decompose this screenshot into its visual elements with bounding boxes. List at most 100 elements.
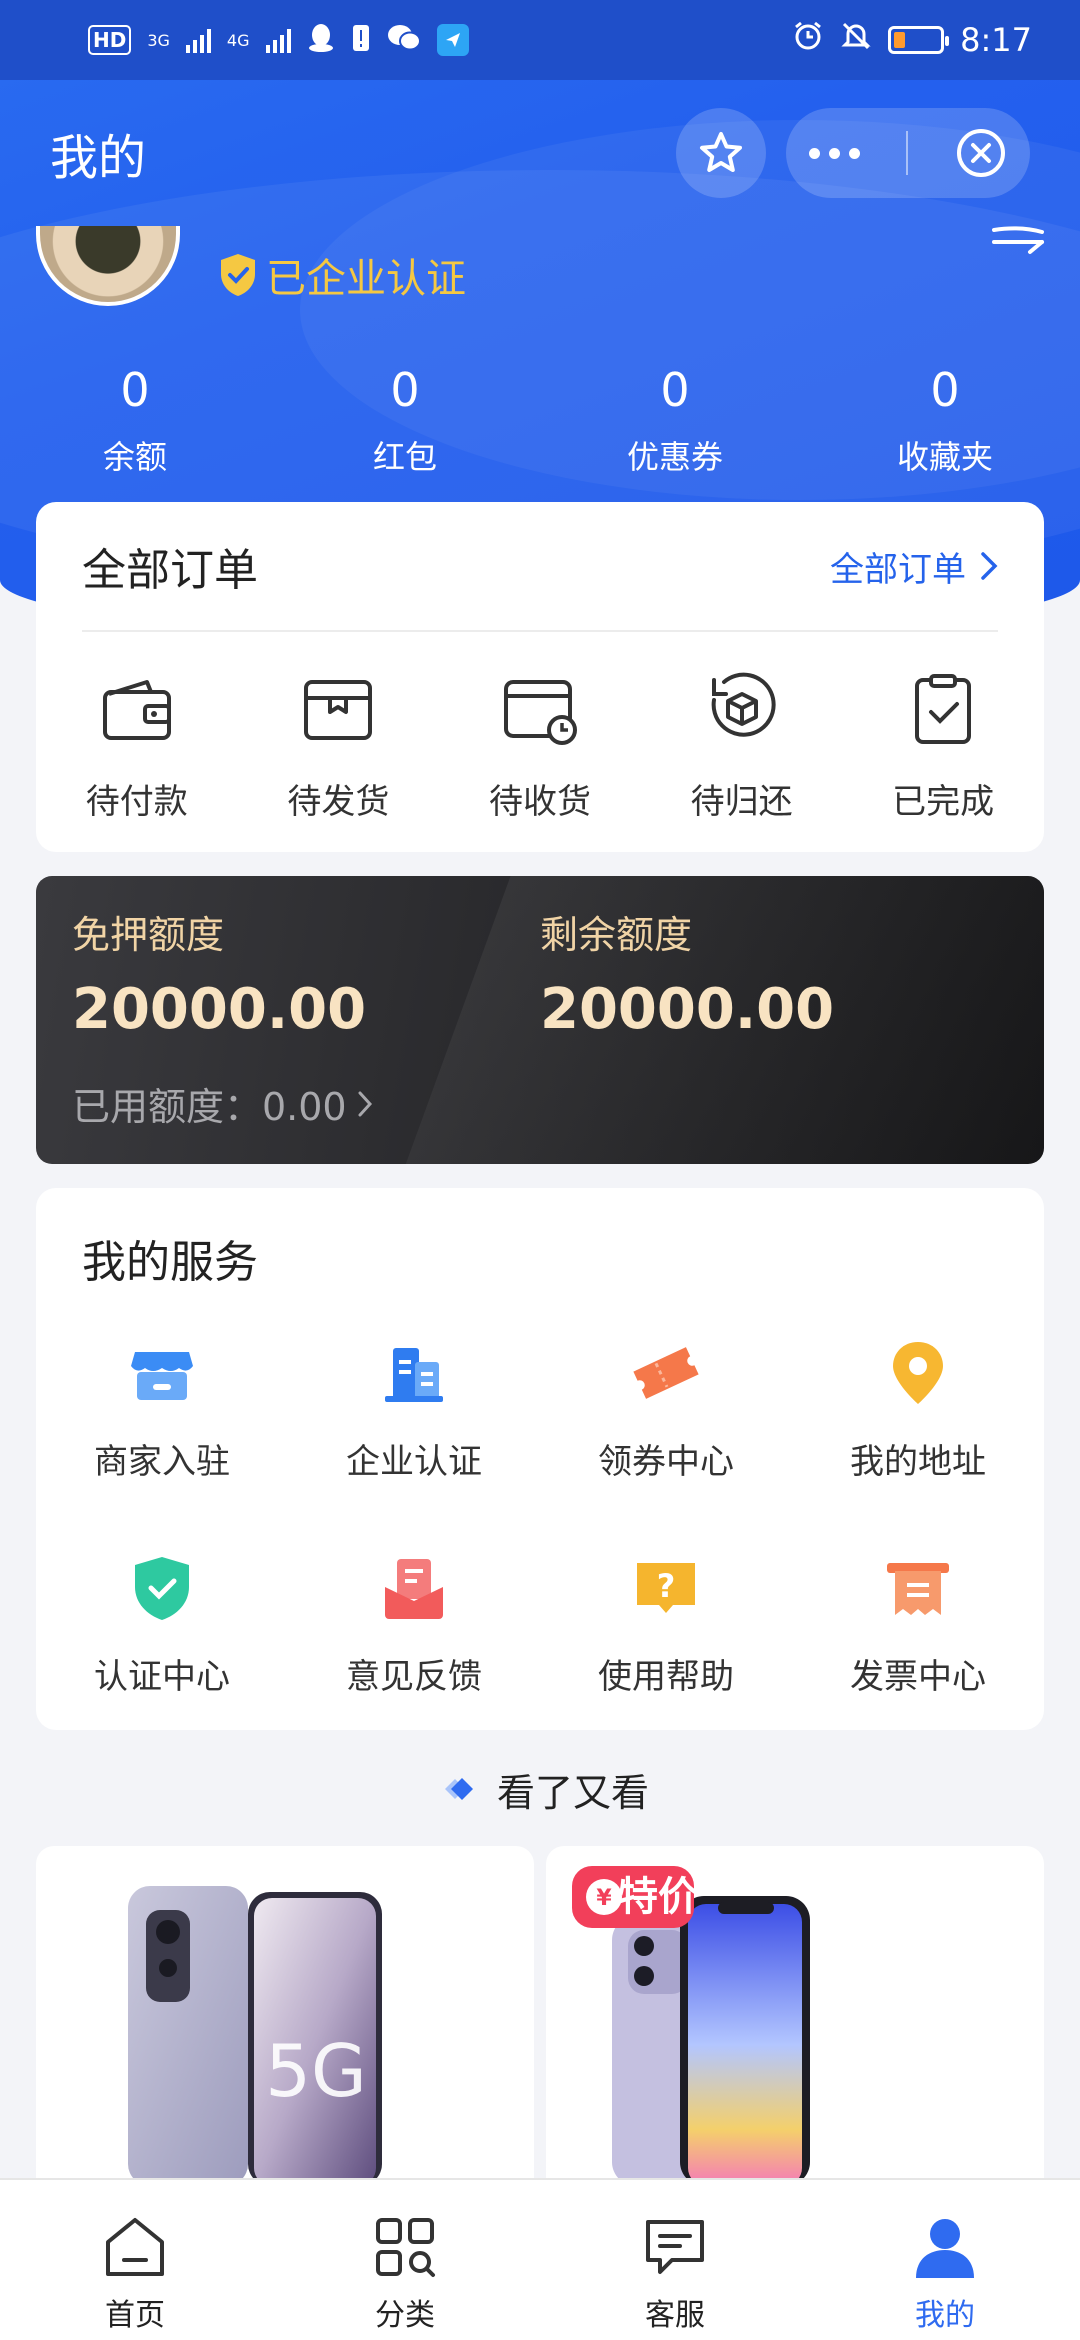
return-box-icon (711, 672, 776, 737)
stat-coupons[interactable]: 0 优惠券 (540, 360, 810, 478)
all-orders-link[interactable]: 全部订单 (830, 542, 998, 591)
product-card[interactable]: 5G (36, 1846, 534, 2186)
services-grid: 商家入驻 企业认证 领券中心 我的地址 认证中心 意见反馈 ? 使用帮助 发票中… (36, 1338, 1044, 1698)
tab-label: 我的 (915, 2298, 975, 2333)
feedback-icon (385, 1559, 443, 1619)
stat-value: 0 (120, 363, 150, 417)
order-pending-receipt[interactable]: 待收货 (439, 672, 641, 823)
more-icon[interactable] (809, 147, 861, 159)
order-pending-return[interactable]: 待归还 (641, 672, 843, 823)
tab-category[interactable]: 分类 (270, 2180, 540, 2340)
delivery-clock-icon (503, 680, 577, 745)
hd-indicator: HD (88, 25, 132, 55)
order-status-label: 待收货 (488, 782, 591, 822)
enterprise-cert-badge: 已企业认证 (218, 246, 466, 304)
cert-label: 已企业认证 (266, 256, 466, 302)
tab-label: 首页 (105, 2298, 165, 2333)
shield-check-icon (221, 254, 255, 296)
svg-text:?: ? (657, 1567, 676, 1605)
credit-quota-card[interactable]: 免押额度 20000.00 剩余额度 20000.00 已用额度：0.00 (36, 876, 1044, 1164)
service-label: 意见反馈 (346, 1657, 482, 1697)
account-stats: 0 余额 0 红包 0 优惠券 0 收藏夹 (0, 360, 1080, 478)
svg-text:¥: ¥ (596, 1886, 612, 1911)
package-icon (304, 680, 373, 740)
service-coupon-center[interactable]: 领券中心 (540, 1338, 792, 1483)
order-completed[interactable]: 已完成 (842, 672, 1044, 823)
avatar[interactable] (36, 226, 180, 306)
stat-red-packet[interactable]: 0 红包 (270, 360, 540, 478)
signal-icon (185, 27, 211, 53)
category-icon (376, 2218, 435, 2277)
service-feedback[interactable]: 意见反馈 (288, 1553, 540, 1698)
page-title: 我的 (50, 130, 147, 186)
product-image: 5G (128, 1886, 382, 2186)
alert-icon (351, 23, 371, 58)
alarm-icon (792, 20, 824, 60)
service-help[interactable]: ? 使用帮助 (540, 1553, 792, 1698)
navigation-bar: 我的 (0, 80, 1080, 226)
service-label: 商家入驻 (94, 1442, 230, 1482)
service-my-address[interactable]: 我的地址 (792, 1338, 1044, 1483)
recommend-section-header: 看了又看 (0, 1754, 1080, 1824)
service-merchant-join[interactable]: 商家入驻 (36, 1338, 288, 1483)
stat-favorites[interactable]: 0 收藏夹 (810, 360, 1080, 478)
service-cert-center[interactable]: 认证中心 (36, 1553, 288, 1698)
used-quota-link[interactable]: 已用额度：0.00 (72, 1076, 373, 1131)
tab-label: 分类 (375, 2298, 435, 2333)
my-services-card: 我的服务 商家入驻 企业认证 领券中心 我的地址 认证中心 意见反馈 ? 使用帮… (36, 1188, 1044, 1730)
service-enterprise-cert[interactable]: 企业认证 (288, 1338, 540, 1483)
order-status-row: 待付款 待发货 待收货 待归还 已完成 (36, 632, 1044, 823)
deposit-free-value: 20000.00 (72, 977, 367, 1042)
help-icon: ? (637, 1563, 695, 1613)
stat-value: 0 (660, 363, 690, 417)
all-orders-label: 全部订单 (830, 549, 966, 590)
stat-label: 收藏夹 (896, 438, 993, 476)
ticket-icon (633, 1347, 699, 1399)
menu-lines-icon[interactable] (990, 226, 1046, 266)
stat-label: 余额 (102, 438, 167, 476)
remaining-quota: 剩余额度 20000.00 (540, 904, 834, 1042)
order-pending-shipment[interactable]: 待发货 (238, 672, 440, 823)
diamond-icon (444, 1778, 473, 1800)
recommend-title: 看了又看 (496, 1770, 649, 1815)
wechat-icon (387, 24, 421, 57)
stat-balance[interactable]: 0 余额 (0, 360, 270, 478)
app-notification-icon (436, 24, 469, 56)
orders-header: 全部订单 全部订单 (82, 502, 998, 632)
mute-icon (840, 20, 872, 60)
service-label: 发票中心 (850, 1657, 986, 1697)
product-card[interactable]: ¥ 特价 (546, 1846, 1044, 2186)
profile-row: 已企业认证 (36, 226, 1046, 316)
invoice-icon (887, 1563, 949, 1615)
chevron-right-icon (981, 552, 998, 580)
stat-value: 0 (930, 363, 960, 417)
qq-icon (307, 23, 335, 58)
order-status-label: 已完成 (892, 782, 995, 822)
close-circle-icon[interactable] (955, 127, 1007, 179)
status-bar: HD 3G 4G 8:17 (0, 0, 1080, 80)
customer-service-icon (646, 2220, 704, 2274)
shield-check-icon (135, 1557, 189, 1620)
battery-icon (888, 26, 950, 54)
tab-home[interactable]: 首页 (0, 2180, 270, 2340)
special-price-label: 特价 (618, 1874, 698, 1920)
tab-customer-service[interactable]: 客服 (540, 2180, 810, 2340)
net-4g-label: 4G (226, 30, 250, 50)
remaining-label: 剩余额度 (540, 913, 693, 957)
stat-label: 红包 (372, 438, 437, 476)
used-quota-text: 已用额度：0.00 (72, 1085, 347, 1129)
order-status-label: 待付款 (85, 782, 188, 822)
service-label: 我的地址 (850, 1442, 986, 1482)
order-pending-payment[interactable]: 待付款 (36, 672, 238, 823)
clock-time: 8:17 (960, 21, 1032, 59)
services-title: 我的服务 (82, 1237, 258, 1288)
service-label: 认证中心 (94, 1657, 230, 1697)
service-label: 领券中心 (598, 1442, 734, 1482)
tab-mine[interactable]: 我的 (810, 2180, 1080, 2340)
service-invoice-center[interactable]: 发票中心 (792, 1553, 1044, 1698)
signal-icon (265, 27, 291, 53)
building-icon (385, 1348, 443, 1402)
favorite-button[interactable] (676, 108, 766, 198)
bottom-tab-bar: 首页 分类 客服 我的 (0, 2178, 1080, 2340)
order-status-label: 待发货 (287, 782, 390, 822)
